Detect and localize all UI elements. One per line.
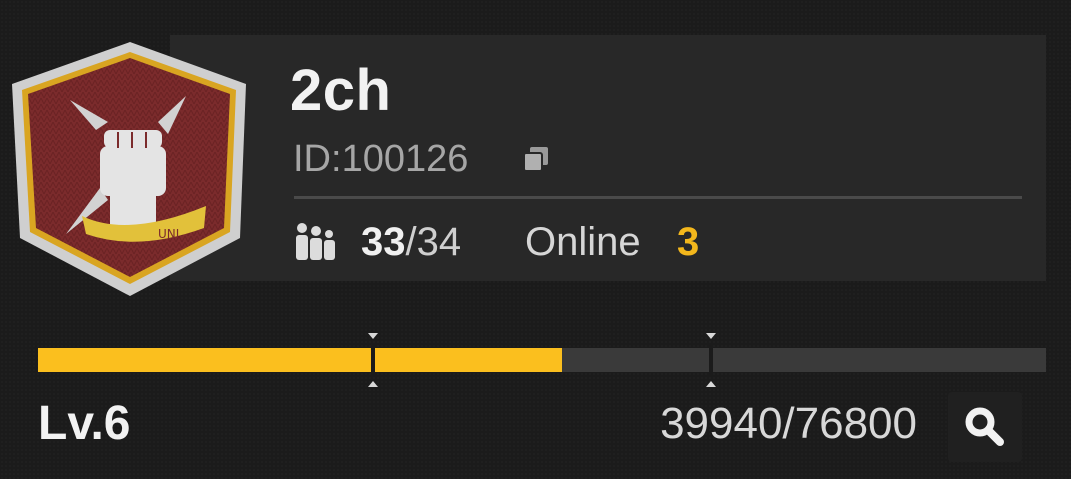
- xp-milestone-marker: [366, 333, 380, 387]
- guild-name: 2ch: [290, 58, 392, 123]
- guild-level: Lv.6: [38, 397, 131, 450]
- guild-id-label: ID:: [293, 138, 342, 180]
- guild-id-value: 100126: [341, 138, 469, 180]
- members-current: 33: [361, 220, 406, 264]
- search-icon: [965, 407, 1004, 446]
- online-count: 3: [677, 220, 700, 264]
- members-icon: [293, 222, 337, 260]
- xp-progress-fill: [38, 348, 563, 372]
- guild-emblem-icon: UNI: [12, 42, 246, 296]
- xp-milestone-marker: [704, 333, 718, 387]
- divider: [294, 196, 1022, 199]
- member-count: 33/34: [361, 222, 461, 262]
- guild-emblem: UNI: [8, 38, 252, 298]
- members-max: 34: [416, 220, 462, 264]
- xp-text: 39940/76800: [660, 399, 917, 448]
- emblem-text: UNI: [158, 227, 179, 241]
- online-label: Online: [525, 220, 641, 264]
- guild-id: ID:100126: [293, 140, 468, 178]
- copy-icon[interactable]: [520, 143, 552, 175]
- xp-progress-bar: [38, 348, 1046, 372]
- members-separator: /: [405, 220, 417, 264]
- search-button[interactable]: [948, 392, 1022, 462]
